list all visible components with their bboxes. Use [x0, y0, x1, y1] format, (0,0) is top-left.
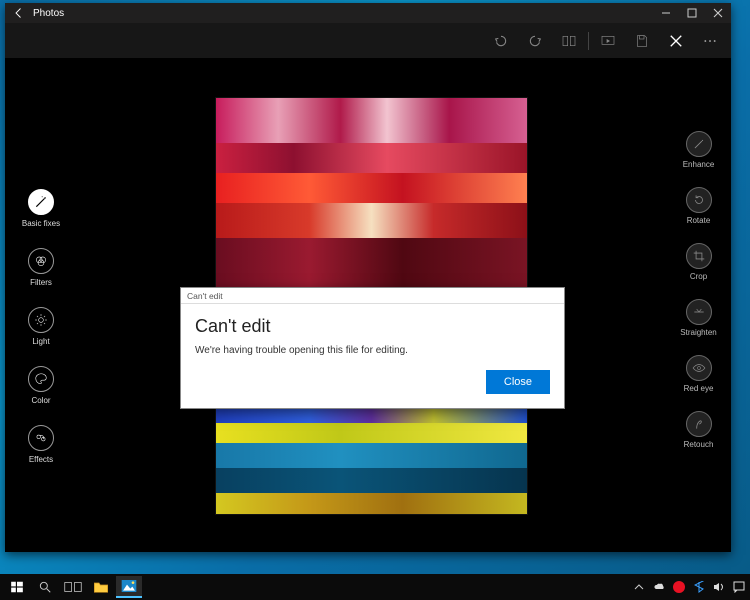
tool-label: Light: [32, 337, 49, 346]
sun-icon: [34, 313, 48, 327]
tool-red-eye[interactable]: Red eye: [671, 355, 726, 393]
slideshow-icon: [600, 33, 616, 49]
tray-up-icon[interactable]: [632, 580, 646, 594]
tool-light[interactable]: Light: [11, 307, 71, 346]
minimize-button[interactable]: [653, 3, 679, 23]
action-bar: [5, 23, 731, 59]
dialog-close-button[interactable]: Close: [486, 370, 550, 394]
left-tool-panel: Basic fixes Filters Light Color Effects: [5, 59, 77, 552]
tool-effects[interactable]: Effects: [11, 425, 71, 464]
filters-icon: [34, 254, 48, 268]
straighten-icon: [692, 305, 706, 319]
volume-icon: [713, 582, 725, 592]
tray-bluetooth-icon[interactable]: [692, 580, 706, 594]
titlebar: Photos: [5, 3, 731, 23]
tool-filters[interactable]: Filters: [11, 248, 71, 287]
slideshow-button[interactable]: [591, 23, 625, 59]
tool-label: Rotate: [687, 216, 711, 225]
photos-app-icon: [121, 579, 137, 593]
bluetooth-icon: [694, 581, 704, 593]
minimize-icon: [661, 8, 671, 18]
maximize-icon: [687, 8, 697, 18]
tool-label: Retouch: [684, 440, 714, 449]
effects-icon: [34, 431, 48, 445]
window-title: Photos: [33, 8, 64, 19]
tool-label: Straighten: [680, 328, 716, 337]
retouch-icon: [692, 417, 706, 431]
system-tray: [632, 580, 746, 594]
more-button[interactable]: [693, 23, 727, 59]
eye-icon: [692, 361, 706, 375]
tool-color[interactable]: Color: [11, 366, 71, 405]
dialog-caption: Can't edit: [181, 288, 564, 304]
tool-label: Enhance: [683, 160, 715, 169]
chevron-up-icon: [634, 582, 644, 592]
tool-label: Color: [31, 396, 50, 405]
close-icon: [713, 8, 723, 18]
dialog-message: We're having trouble opening this file f…: [195, 345, 550, 356]
redo-icon: [527, 33, 543, 49]
tray-onedrive-icon[interactable]: [652, 580, 666, 594]
compare-icon: [561, 33, 577, 49]
save-button[interactable]: [625, 23, 659, 59]
file-explorer-taskbar-button[interactable]: [88, 576, 114, 598]
wand-icon: [34, 195, 48, 209]
windows-logo-icon: [10, 580, 24, 594]
maximize-button[interactable]: [679, 3, 705, 23]
tool-basic-fixes[interactable]: Basic fixes: [11, 189, 71, 228]
tool-retouch[interactable]: Retouch: [671, 411, 726, 449]
error-dialog: Can't edit Can't edit We're having troub…: [180, 287, 565, 409]
start-button[interactable]: [4, 576, 30, 598]
wand-icon: [692, 137, 706, 151]
tray-notifications-icon[interactable]: [732, 580, 746, 594]
dialog-heading: Can't edit: [195, 316, 550, 337]
beats-icon: [673, 581, 685, 593]
tool-crop[interactable]: Crop: [671, 243, 726, 281]
editor-main: Basic fixes Filters Light Color Effects: [5, 59, 731, 552]
back-button[interactable]: [5, 7, 33, 19]
rotate-icon: [692, 193, 706, 207]
arrow-left-icon: [13, 7, 25, 19]
close-edit-button[interactable]: [659, 23, 693, 59]
redo-button[interactable]: [518, 23, 552, 59]
tray-volume-icon[interactable]: [712, 580, 726, 594]
photos-taskbar-button[interactable]: [116, 576, 142, 598]
search-icon: [38, 580, 52, 594]
notifications-icon: [733, 581, 745, 593]
task-view-button[interactable]: [60, 576, 86, 598]
tool-label: Crop: [690, 272, 707, 281]
tool-enhance[interactable]: Enhance: [671, 131, 726, 169]
cloud-icon: [653, 582, 665, 592]
taskbar: [0, 574, 750, 600]
tool-label: Red eye: [684, 384, 714, 393]
tool-label: Filters: [30, 278, 52, 287]
search-button[interactable]: [32, 576, 58, 598]
separator: [588, 32, 589, 50]
tool-label: Effects: [29, 455, 53, 464]
undo-button[interactable]: [484, 23, 518, 59]
crop-icon: [692, 249, 706, 263]
save-icon: [634, 33, 650, 49]
task-view-icon: [64, 580, 82, 594]
x-icon: [669, 34, 683, 48]
window-close-button[interactable]: [705, 3, 731, 23]
tool-rotate[interactable]: Rotate: [671, 187, 726, 225]
tool-straighten[interactable]: Straighten: [671, 299, 726, 337]
palette-icon: [34, 372, 48, 386]
tray-beats-icon[interactable]: [672, 580, 686, 594]
tool-label: Basic fixes: [22, 219, 60, 228]
undo-icon: [493, 33, 509, 49]
right-tool-panel: Enhance Rotate Crop Straighten Red eye: [666, 59, 731, 552]
ellipsis-icon: [702, 33, 718, 49]
folder-icon: [93, 580, 109, 594]
photos-app-window: Photos: [5, 3, 731, 552]
compare-button[interactable]: [552, 23, 586, 59]
